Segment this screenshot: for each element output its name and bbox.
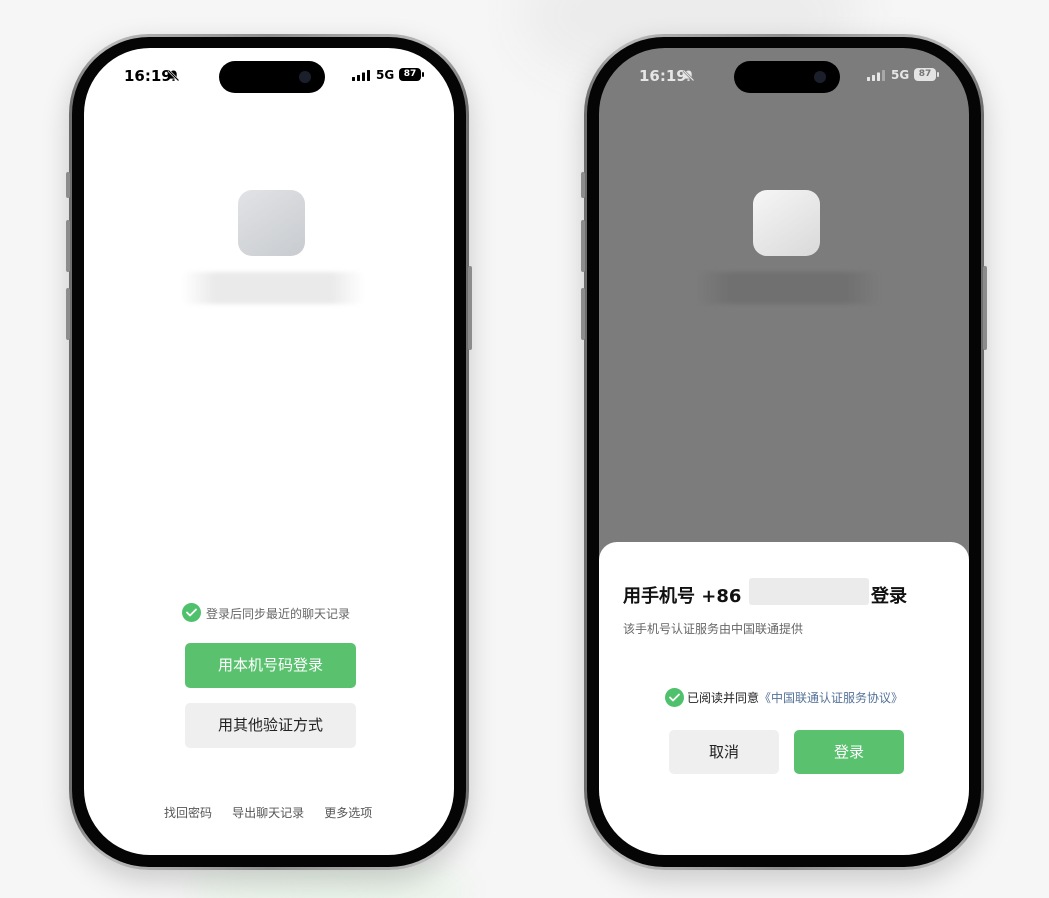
battery-cap [422, 72, 424, 77]
sync-label: 登录后同步最近的聊天记录 [206, 607, 351, 621]
right-phone: 16:19 5G 87 用手机号 +86 登录 该手机号认证服务由中国联通提供 … [581, 34, 987, 870]
check-circle-icon[interactable] [182, 603, 201, 622]
mute-bell-icon [167, 69, 180, 82]
volume-down-button [66, 288, 70, 340]
check-circle-icon[interactable] [665, 688, 684, 707]
network-label: 5G [891, 68, 910, 82]
more-options-link[interactable]: 更多选项 [324, 804, 372, 821]
bezel: 16:19 5G 87 [72, 37, 466, 867]
signal-icon [352, 70, 370, 81]
network-label: 5G [376, 68, 395, 82]
footer-links: 找回密码 导出聊天记录 更多选项 [164, 802, 387, 821]
confirm-screen: 16:19 5G 87 用手机号 +86 登录 该手机号认证服务由中国联通提供 … [599, 48, 969, 855]
action-button [581, 172, 585, 198]
battery-icon: 87 [399, 68, 421, 81]
volume-up-button [581, 220, 585, 272]
local-number-login-button[interactable]: 用本机号码登录 [185, 643, 356, 688]
phone-login-sheet: 用手机号 +86 登录 该手机号认证服务由中国联通提供 已阅读并同意 《中国联通… [599, 542, 969, 855]
camera-lens [299, 71, 311, 83]
status-bar: 16:19 5G 87 [599, 48, 969, 104]
login-button[interactable]: 登录 [794, 730, 904, 774]
power-button [983, 266, 987, 350]
status-time: 16:19 [639, 67, 687, 85]
username-placeholder [182, 272, 364, 304]
battery-cap [937, 72, 939, 77]
export-chat-link[interactable]: 导出聊天记录 [232, 804, 304, 821]
volume-down-button [581, 288, 585, 340]
action-button [66, 172, 70, 198]
username-placeholder [697, 272, 879, 304]
status-time: 16:19 [124, 67, 172, 85]
masked-phone-number [749, 578, 869, 605]
left-phone: 16:19 5G 87 登录后同步最近的聊天记录 用本机号码登录 用其他验证方式… [66, 34, 472, 870]
battery-icon: 87 [914, 68, 936, 81]
volume-up-button [66, 220, 70, 272]
cancel-button[interactable]: 取消 [669, 730, 779, 774]
power-button [468, 266, 472, 350]
login-screen: 16:19 5G 87 登录后同步最近的聊天记录 用本机号码登录 用其他验证方式… [84, 48, 454, 855]
app-icon-placeholder [753, 190, 820, 256]
signal-icon [867, 70, 885, 81]
sheet-title: 用手机号 +86 [623, 586, 742, 607]
app-icon-placeholder [238, 190, 305, 256]
dynamic-island [734, 61, 840, 93]
dynamic-island [219, 61, 325, 93]
status-bar: 16:19 5G 87 [84, 48, 454, 104]
mute-bell-icon [682, 69, 695, 82]
camera-lens [814, 71, 826, 83]
agreement-link[interactable]: 《中国联通认证服务协议》 [759, 689, 903, 706]
bezel: 16:19 5G 87 [587, 37, 981, 867]
recover-password-link[interactable]: 找回密码 [164, 804, 212, 821]
other-verification-button[interactable]: 用其他验证方式 [185, 703, 356, 748]
carrier-notice: 该手机号认证服务由中国联通提供 [623, 622, 804, 636]
sheet-title-suffix: 登录 [871, 586, 907, 607]
agreement-text: 已阅读并同意 [687, 691, 760, 705]
